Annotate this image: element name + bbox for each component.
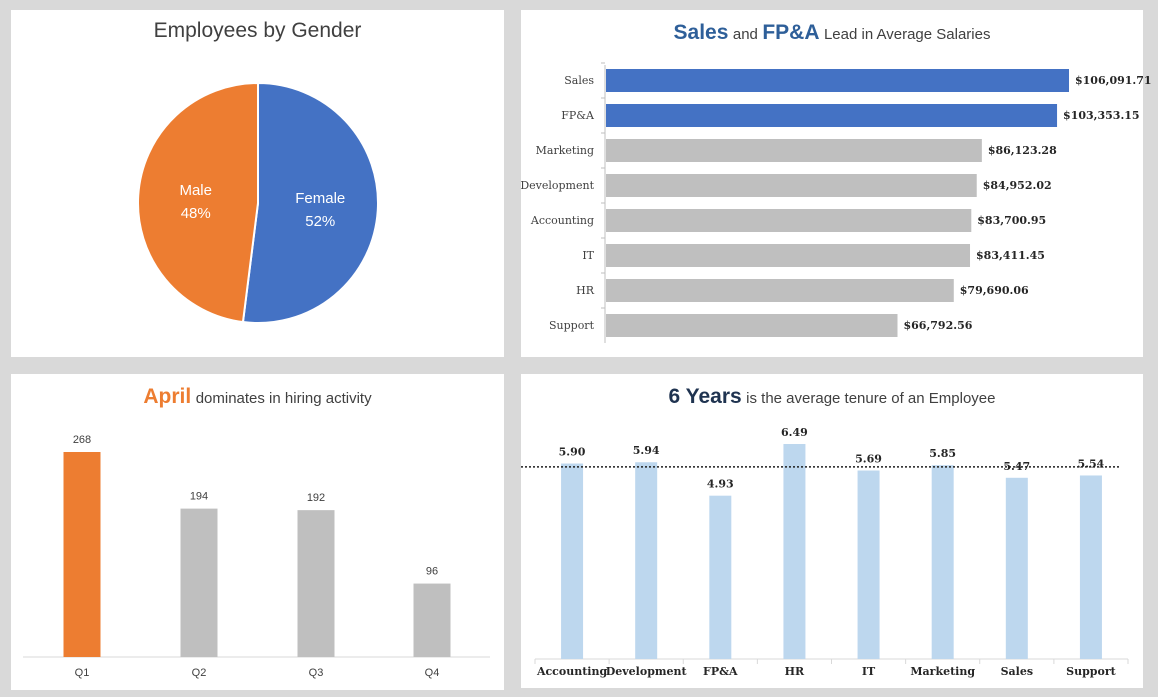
salary-bar-marketing <box>606 139 982 162</box>
salary-category-hr: HR <box>576 284 595 297</box>
salaries-bar-chart: Sales $106,091.71 FP&A $103,353.15 Marketing… <box>520 62 1152 343</box>
tenure-bar-marketing <box>931 465 954 659</box>
hiring-value-q2: 194 <box>190 491 208 503</box>
tenure-category-support: Support <box>1066 665 1116 678</box>
pie-percent-male: 48% <box>181 205 211 222</box>
tenure-bar-fpa <box>709 495 732 659</box>
tenure-bar-it <box>857 470 880 659</box>
tenure-value-support: 5.54 <box>1078 457 1105 470</box>
salary-value-development: $84,952.02 <box>983 179 1052 192</box>
salary-bar-fpa <box>606 104 1058 127</box>
tenure-value-it: 5.69 <box>855 453 882 466</box>
tenure-bar-development <box>635 462 658 659</box>
tenure-bar-hr <box>783 444 806 659</box>
salary-category-support: Support <box>549 319 595 332</box>
gender-panel: Employees by Gender Female 52% Male 48% <box>11 10 504 357</box>
tenure-bar-support <box>1079 475 1102 659</box>
salary-category-accounting: Accounting <box>530 214 594 227</box>
salary-value-it: $83,411.45 <box>976 249 1045 262</box>
hiring-bar-q4 <box>413 583 451 657</box>
tenure-category-hr: HR <box>785 665 805 678</box>
salary-category-marketing: Marketing <box>536 144 594 157</box>
salary-value-marketing: $86,123.28 <box>988 144 1057 157</box>
salary-category-sales: Sales <box>564 74 594 87</box>
hiring-panel: April dominates in hiring activity 268 Q1… <box>11 374 504 690</box>
hiring-category-q2: Q2 <box>192 667 207 679</box>
salary-category-development: Development <box>520 179 594 192</box>
salary-bar-it <box>606 244 971 267</box>
tenure-bar-chart: 5.90 Accounting 5.94 Development 4.93 FP&A 6.4… <box>521 426 1129 678</box>
hiring-bar-chart: 268 Q1 194 Q2 192 Q3 96 Q4 <box>23 434 490 679</box>
salary-bar-sales <box>606 69 1069 92</box>
salary-value-hr: $79,690.06 <box>960 284 1029 297</box>
salary-value-accounting: $83,700.95 <box>977 214 1046 227</box>
gender-pie-chart: Female 52% Male 48% <box>137 81 379 324</box>
salary-value-fpa: $103,353.15 <box>1063 109 1140 122</box>
tenure-value-hr: 6.49 <box>781 426 808 439</box>
salary-bar-support <box>606 314 898 337</box>
tenure-category-development: Development <box>606 665 688 678</box>
tenure-category-marketing: Marketing <box>910 665 975 678</box>
pie-label-female: Female <box>295 190 345 207</box>
hiring-value-q3: 192 <box>307 492 325 504</box>
tenure-category-it: IT <box>862 665 876 678</box>
hiring-value-q4: 96 <box>426 566 438 578</box>
salary-bar-development <box>606 174 977 197</box>
tenure-value-accounting: 5.90 <box>559 446 586 459</box>
hiring-bar-q3 <box>297 510 335 657</box>
tenure-category-fpa: FP&A <box>703 665 738 678</box>
tenure-value-marketing: 5.85 <box>929 447 956 460</box>
pie-slice-male <box>137 81 259 324</box>
tenure-value-development: 5.94 <box>633 444 660 457</box>
salary-category-fpa: FP&A <box>561 109 595 122</box>
salary-value-sales: $106,091.71 <box>1075 74 1152 87</box>
tenure-panel: 6 Years is the average tenure of an Empl… <box>521 374 1143 688</box>
hiring-bar-q1 <box>63 452 101 657</box>
pie-label-male: Male <box>179 182 212 199</box>
salary-value-support: $66,792.56 <box>903 319 972 332</box>
hiring-bar-q2 <box>180 508 218 657</box>
salary-category-it: IT <box>582 249 594 262</box>
salaries-panel: Sales and FP&A Lead in Average Salaries … <box>520 10 1152 357</box>
pie-percent-female: 52% <box>305 213 335 230</box>
tenure-bar-accounting <box>561 463 584 659</box>
hiring-category-q1: Q1 <box>75 667 90 679</box>
tenure-category-accounting: Accounting <box>536 665 608 678</box>
salary-bar-hr <box>606 279 954 302</box>
hiring-category-q4: Q4 <box>425 667 440 679</box>
tenure-value-fpa: 4.93 <box>707 478 734 491</box>
salary-bar-accounting <box>606 209 972 232</box>
hiring-category-q3: Q3 <box>309 667 324 679</box>
tenure-bar-sales <box>1005 477 1028 659</box>
hiring-value-q1: 268 <box>73 434 91 446</box>
tenure-category-sales: Sales <box>1001 665 1033 678</box>
